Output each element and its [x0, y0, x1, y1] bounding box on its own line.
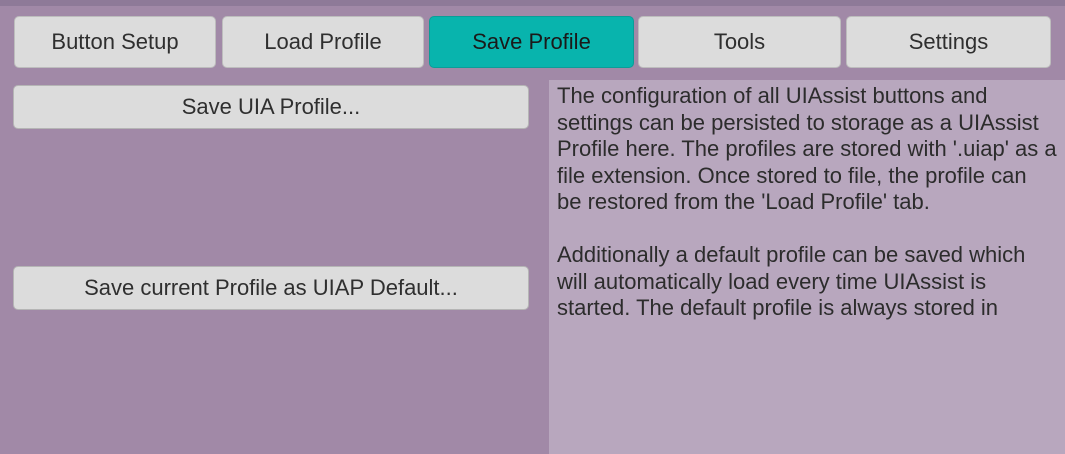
save-default-profile-button[interactable]: Save current Profile as UIAP Default... — [13, 266, 529, 310]
tab-save-profile[interactable]: Save Profile — [429, 16, 634, 68]
save-uia-profile-button[interactable]: Save UIA Profile... — [13, 85, 529, 129]
tab-settings[interactable]: Settings — [846, 16, 1051, 68]
info-paragraph-1: The configuration of all UIAssist button… — [557, 83, 1057, 214]
info-panel: The configuration of all UIAssist button… — [549, 80, 1065, 454]
tab-tools[interactable]: Tools — [638, 16, 841, 68]
tab-button-setup[interactable]: Button Setup — [14, 16, 216, 68]
window-top-border — [0, 0, 1065, 6]
tab-load-profile[interactable]: Load Profile — [222, 16, 424, 68]
info-paragraph-2: Additionally a default profile can be sa… — [557, 242, 1026, 320]
